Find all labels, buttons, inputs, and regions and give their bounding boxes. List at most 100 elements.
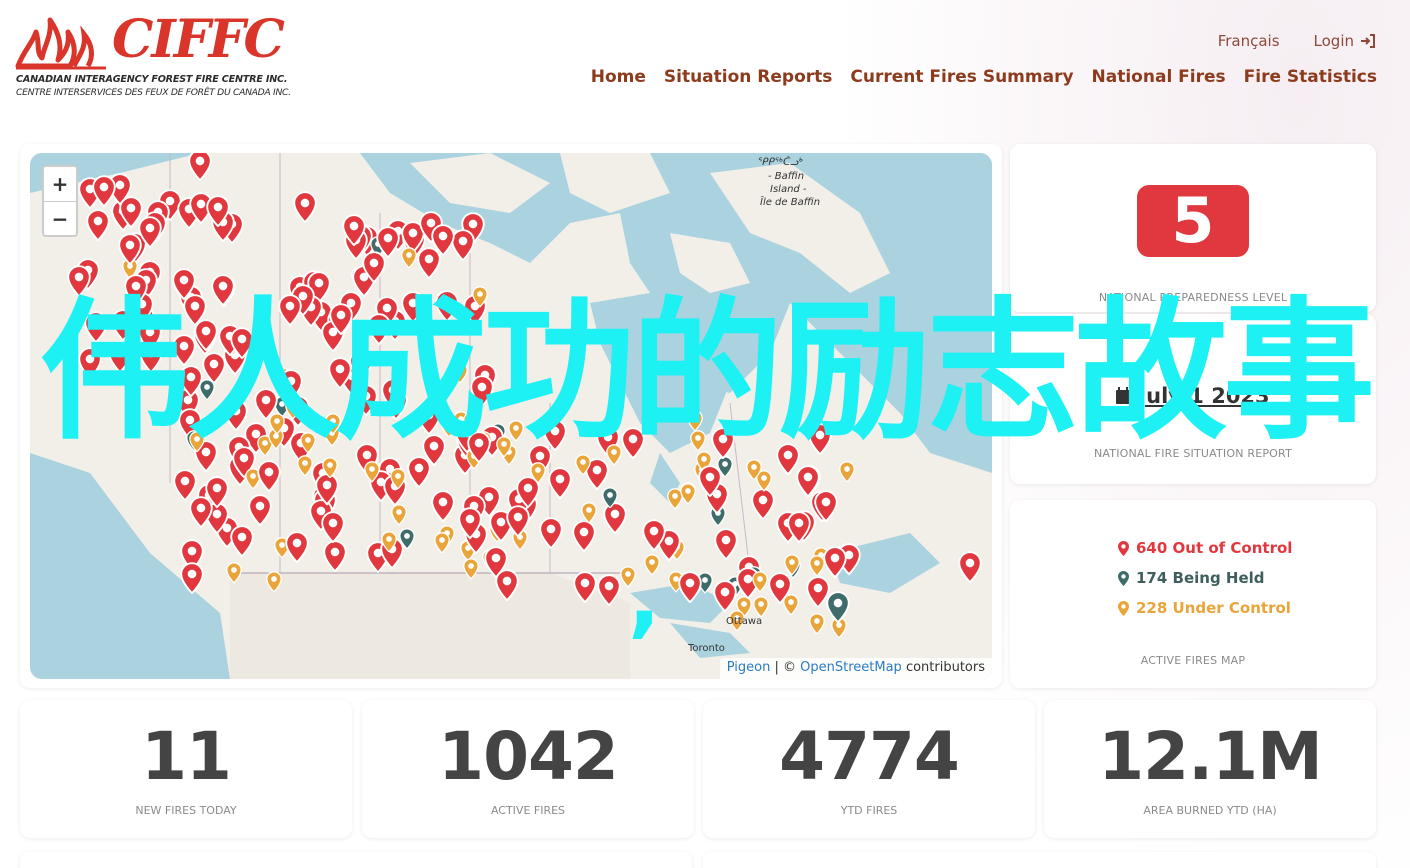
stat-card-active-fires[interactable]: 1042 ACTIVE FIRES: [362, 700, 694, 838]
zoom-out-button[interactable]: −: [44, 201, 76, 235]
stat-label: NEW FIRES TODAY: [135, 804, 237, 817]
fire-marker[interactable]: [572, 520, 596, 553]
login-link[interactable]: Login: [1314, 32, 1376, 50]
fire-marker[interactable]: [796, 465, 820, 498]
fire-marker[interactable]: [597, 574, 621, 607]
fire-marker[interactable]: [752, 571, 768, 593]
fire-marker[interactable]: [381, 531, 397, 553]
fire-marker[interactable]: [573, 570, 597, 603]
fire-marker[interactable]: [320, 510, 345, 543]
fire-marker[interactable]: [786, 511, 811, 544]
fire-marker[interactable]: [602, 486, 619, 509]
next-section-card: [703, 852, 1376, 868]
fire-marker[interactable]: [713, 580, 738, 613]
fire-marker[interactable]: [495, 568, 519, 602]
map-label-toronto: Toronto: [688, 643, 725, 654]
fire-marker[interactable]: [826, 590, 850, 623]
fire-marker[interactable]: [642, 519, 666, 552]
fire-marker[interactable]: [284, 531, 309, 564]
fire-marker[interactable]: [322, 456, 339, 479]
fire-marker[interactable]: [433, 531, 450, 554]
fire-marker[interactable]: [958, 550, 982, 583]
fire-marker[interactable]: [678, 570, 702, 603]
map-label-ottawa: Ottawa: [726, 616, 763, 627]
fire-marker[interactable]: [230, 525, 255, 558]
stat-label: YTD FIRES: [840, 804, 898, 817]
fire-marker[interactable]: [784, 554, 800, 576]
legend-under-control: 228 Under Control: [1118, 599, 1291, 617]
preparedness-level-badge: 5: [1137, 185, 1249, 257]
fire-marker[interactable]: [751, 488, 775, 521]
map-pin-icon: [1118, 570, 1129, 586]
fire-marker[interactable]: [247, 494, 272, 527]
next-section-card: [20, 852, 692, 868]
nav-current-fires-summary[interactable]: Current Fires Summary: [850, 67, 1073, 87]
fire-marker[interactable]: [257, 460, 281, 493]
fire-marker[interactable]: [342, 214, 366, 247]
fire-marker[interactable]: [206, 195, 231, 228]
nav-fire-statistics[interactable]: Fire Statistics: [1244, 67, 1377, 87]
legend-being-held-label: 174 Being Held: [1136, 569, 1265, 587]
map-attribution: Pigeon | © OpenStreetMap contributors: [719, 658, 992, 679]
nav-home[interactable]: Home: [591, 67, 646, 87]
fire-marker[interactable]: [808, 612, 825, 635]
fire-marker[interactable]: [505, 505, 530, 538]
fire-marker[interactable]: [322, 540, 347, 573]
ciffc-logo[interactable]: CIFFC CANADIAN INTERAGENCY FOREST FIRE C…: [14, 8, 291, 100]
fire-marker[interactable]: [91, 175, 116, 208]
fire-marker[interactable]: [188, 153, 212, 181]
fire-marker[interactable]: [266, 570, 282, 593]
attribution-separator: | ©: [770, 660, 801, 675]
fire-marker[interactable]: [226, 562, 242, 584]
fire-legend-card: 640 Out of Control 174 Being Held 228 Un…: [1010, 500, 1376, 688]
fire-marker[interactable]: [462, 558, 479, 580]
map-label-ile-de-baffin: Île de Baffin: [760, 197, 821, 208]
fire-marker[interactable]: [431, 490, 455, 523]
map-pin-icon: [1118, 600, 1129, 616]
legend-out-of-control-label: 640 Out of Control: [1136, 539, 1293, 557]
login-icon: [1361, 34, 1375, 48]
fire-marker[interactable]: [529, 462, 546, 484]
fire-marker[interactable]: [391, 504, 407, 526]
stat-label: ACTIVE FIRES: [490, 804, 566, 817]
fire-marker[interactable]: [401, 246, 417, 269]
fire-marker[interactable]: [180, 562, 204, 595]
fire-marker[interactable]: [390, 467, 407, 490]
stat-card-area-burned[interactable]: 12.1M AREA BURNED YTD (HA): [1044, 700, 1376, 838]
zoom-in-button[interactable]: +: [44, 167, 76, 201]
nav-situation-reports[interactable]: Situation Reports: [664, 67, 833, 87]
stat-card-ytd-fires[interactable]: 4774 YTD FIRES: [703, 700, 1035, 838]
logo-wordmark: CIFFC: [112, 9, 285, 70]
map-label-baffin-syllabics: ᕿᑭᖅᑖᓗᒃ: [758, 157, 803, 168]
fire-marker[interactable]: [189, 496, 213, 529]
stat-label: AREA BURNED YTD (HA): [1143, 804, 1277, 817]
overlay-watermark-comma: ,: [628, 548, 661, 648]
fire-marker[interactable]: [580, 502, 597, 524]
stat-card-new-fires[interactable]: 11 NEW FIRES TODAY: [20, 700, 352, 838]
fire-marker[interactable]: [752, 596, 769, 618]
fire-marker[interactable]: [431, 224, 455, 257]
legend-out-of-control: 640 Out of Control: [1118, 539, 1292, 557]
login-label: Login: [1313, 32, 1354, 50]
fire-marker[interactable]: [746, 459, 762, 482]
fire-marker[interactable]: [838, 460, 855, 483]
fire-marker[interactable]: [86, 209, 110, 242]
nav-national-fires[interactable]: National Fires: [1092, 67, 1226, 87]
openstreetmap-link[interactable]: OpenStreetMap: [800, 660, 902, 675]
stat-value: 11: [141, 718, 232, 795]
legend-caption[interactable]: ACTIVE FIRES MAP: [1010, 654, 1376, 667]
fire-marker[interactable]: [457, 507, 482, 540]
fire-marker[interactable]: [698, 465, 723, 498]
fire-marker[interactable]: [714, 527, 739, 561]
stat-value: 4774: [779, 718, 960, 795]
fire-marker[interactable]: [363, 461, 380, 483]
fire-marker[interactable]: [768, 572, 792, 605]
fire-marker[interactable]: [362, 251, 386, 284]
fire-marker[interactable]: [293, 190, 317, 223]
fire-marker[interactable]: [680, 483, 697, 506]
language-link[interactable]: Français: [1218, 32, 1280, 50]
fire-marker[interactable]: [539, 517, 563, 550]
fire-marker[interactable]: [823, 546, 847, 579]
pigeon-link[interactable]: Pigeon: [727, 660, 771, 675]
fire-marker[interactable]: [118, 233, 142, 266]
